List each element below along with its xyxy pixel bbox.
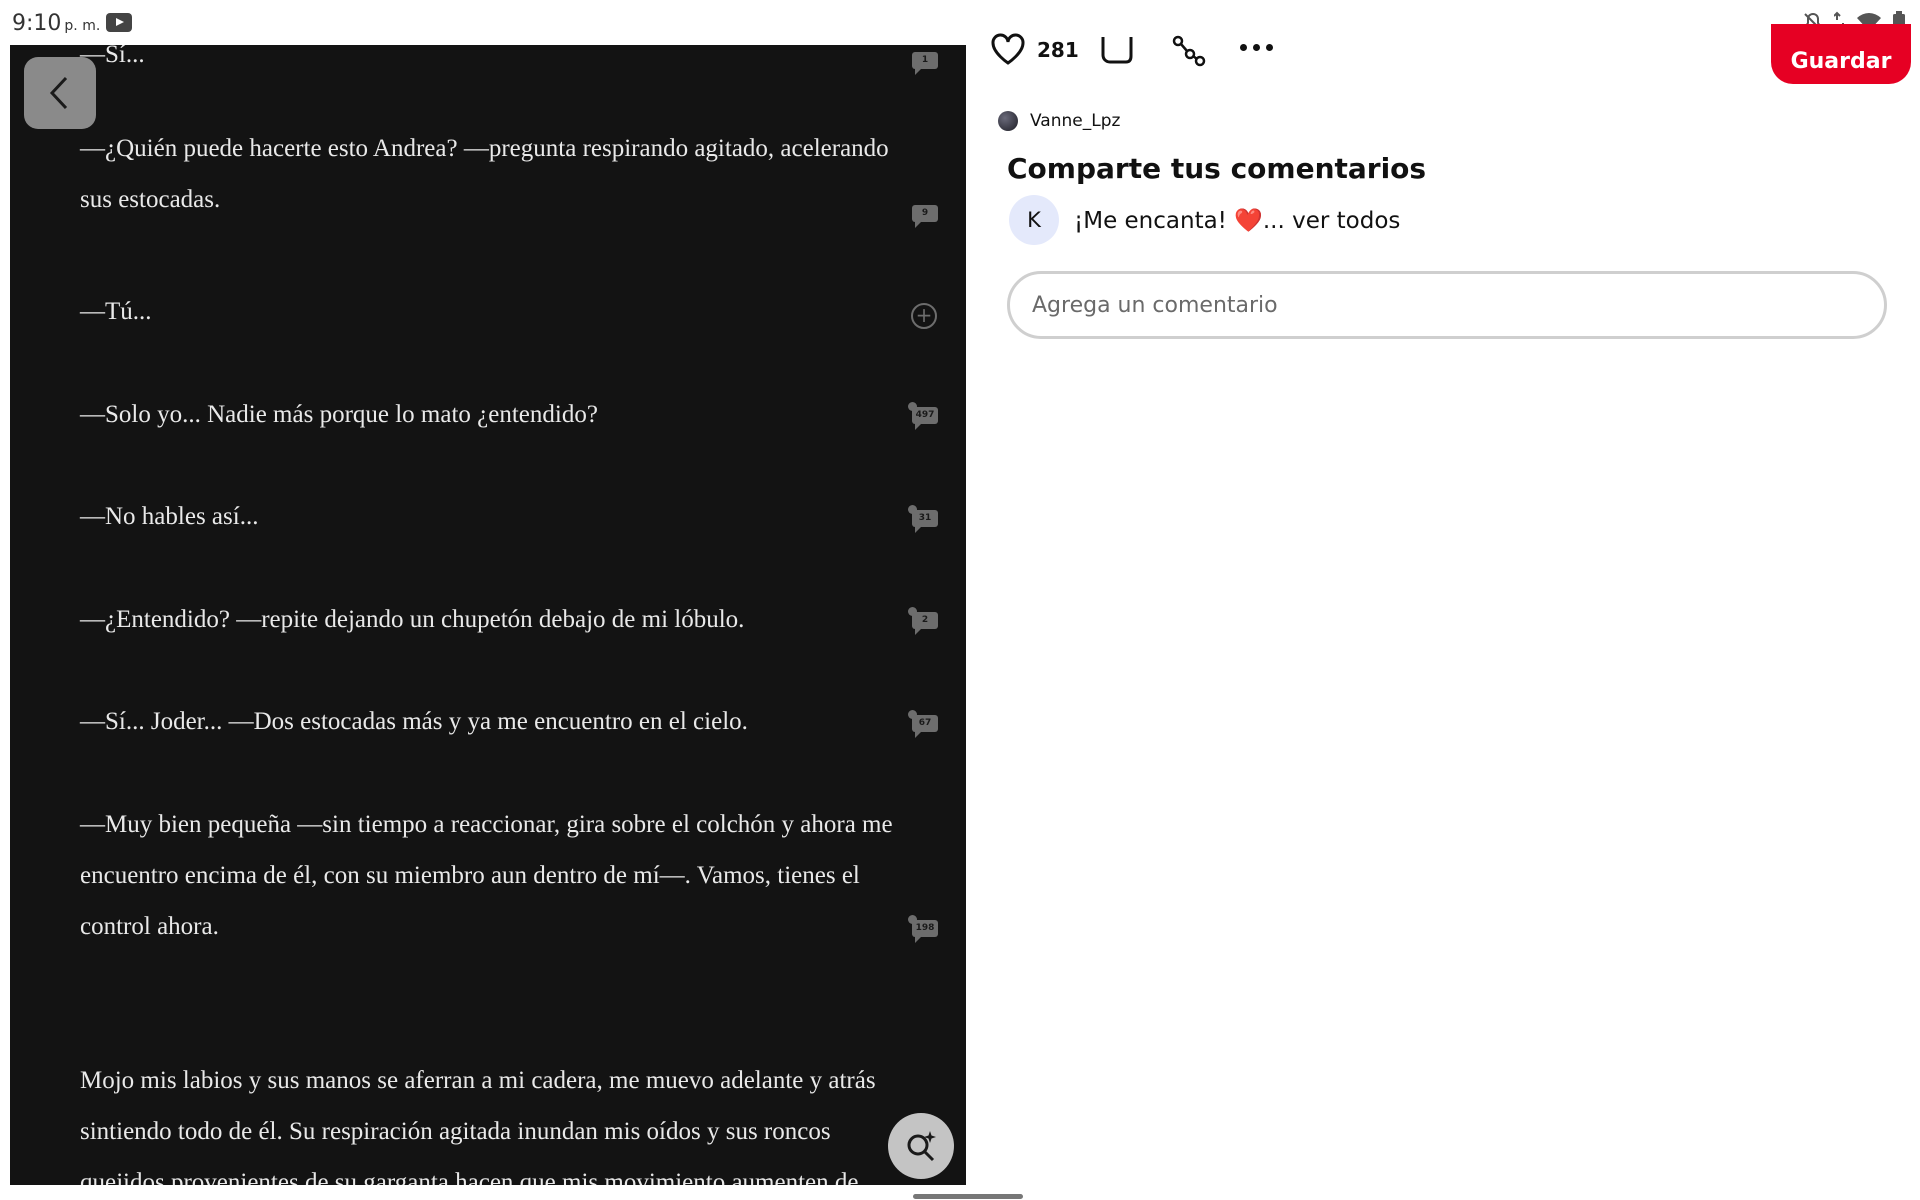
more-options-icon[interactable]	[1240, 44, 1273, 51]
visual-search-button[interactable]	[888, 1113, 954, 1179]
paragraph-comment-icon[interactable]: 67	[908, 710, 940, 738]
author-name[interactable]: Vanne_Lpz	[1030, 111, 1120, 131]
commenter-avatar[interactable]: K	[1009, 195, 1059, 245]
paragraph: —¿Quién puede hacerte esto Andrea? —preg…	[80, 135, 889, 213]
status-time: 9:10 p. m.	[12, 11, 101, 36]
paragraph-comment-icon[interactable]: 31	[908, 505, 940, 533]
author[interactable]: Vanne_Lpz	[998, 110, 1120, 132]
heart-icon[interactable]	[990, 32, 1026, 66]
paragraph: —Solo yo... Nadie más porque lo mato ¿en…	[80, 401, 598, 428]
back-button[interactable]	[24, 57, 96, 129]
see-all-link[interactable]: ... ver todos	[1263, 208, 1401, 234]
add-comment-icon[interactable]: +	[911, 303, 937, 329]
paragraph-comment-icon[interactable]: 198	[908, 915, 940, 943]
comment-input[interactable]	[1007, 271, 1887, 339]
search-sparkle-icon	[907, 1131, 936, 1162]
comment-text[interactable]: ¡Me encanta! ❤️... ver todos	[1074, 207, 1400, 234]
author-avatar[interactable]	[998, 111, 1018, 131]
youtube-notification-icon	[106, 13, 132, 32]
comments-title: Comparte tus comentarios	[1007, 152, 1427, 185]
paragraph-comment-icon[interactable]: 9	[910, 202, 940, 228]
status-bar: 9:10 p. m.	[0, 0, 1920, 45]
heart-emoji: ❤️	[1234, 207, 1263, 234]
home-indicator[interactable]	[913, 1194, 1023, 1199]
paragraph-comment-icon[interactable]: 1	[910, 49, 940, 75]
save-button[interactable]: Guardar	[1771, 24, 1911, 84]
paragraph-comment-icon[interactable]: 2	[908, 607, 940, 635]
chevron-left-icon	[49, 76, 68, 110]
paragraph: —Tú...	[80, 298, 152, 325]
paragraph: —No hables así...	[80, 503, 259, 530]
paragraph: Mojo mis labios y sus manos se aferran a…	[80, 1067, 876, 1185]
paragraph: —Sí... Joder... —Dos estocadas más y ya …	[80, 708, 748, 735]
paragraph: —Sí...	[80, 45, 145, 68]
like-count: 281	[1037, 38, 1079, 62]
share-icon[interactable]	[1172, 34, 1206, 68]
story-reader[interactable]: —Sí... 1 —¿Quién puede hacerte esto Andr…	[10, 45, 966, 1185]
comment-preview[interactable]: K ¡Me encanta! ❤️... ver todos	[1009, 195, 1400, 245]
paragraph: —¿Entendido? —repite dejando un chupetón…	[80, 606, 745, 633]
paragraph: —Muy bien pequeña —sin tiempo a reaccion…	[80, 811, 893, 940]
paragraph-comment-icon[interactable]: 497	[908, 402, 940, 430]
status-ampm: p. m.	[64, 18, 101, 34]
comment-icon[interactable]	[1100, 34, 1134, 66]
